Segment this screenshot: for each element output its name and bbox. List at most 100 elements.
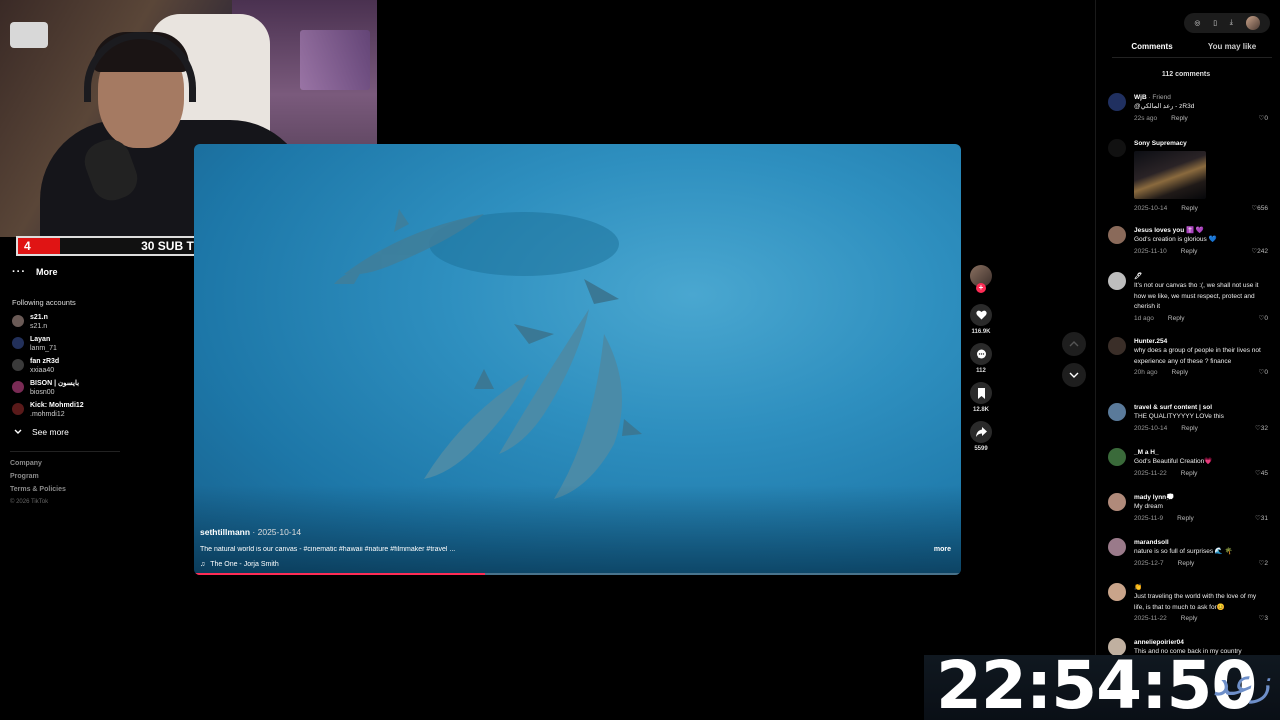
- see-more-button[interactable]: See more: [14, 427, 69, 437]
- comment-meta: 2025-10-14 Reply ♡32: [1134, 423, 1268, 435]
- reply-button[interactable]: Reply: [1181, 423, 1198, 435]
- comment-text: Just traveling the world with the love o…: [1134, 593, 1257, 611]
- music-title: The One - Jorja Smith: [210, 561, 279, 568]
- save-action[interactable]: 12.8K: [968, 382, 994, 413]
- commenter-name[interactable]: Hunter.254: [1134, 337, 1268, 346]
- comment-like[interactable]: ♡0: [1259, 113, 1268, 125]
- caption-more-button[interactable]: more: [934, 546, 951, 553]
- comment-bubble-icon[interactable]: [970, 343, 992, 365]
- comment-like-count: 2: [1264, 559, 1268, 567]
- phone-icon[interactable]: ▯: [1213, 19, 1217, 27]
- comment-time: 20h ago: [1134, 369, 1158, 376]
- comment-like[interactable]: ♡0: [1259, 313, 1268, 325]
- video-progress-played: [194, 573, 486, 575]
- commenter-avatar[interactable]: [1108, 638, 1126, 656]
- share-arrow-icon[interactable]: [970, 421, 992, 443]
- tab-you-may-like[interactable]: You may like: [1192, 42, 1272, 58]
- comment-like[interactable]: ♡2: [1259, 558, 1268, 570]
- commenter-name[interactable]: 👏: [1134, 583, 1268, 592]
- reply-button[interactable]: Reply: [1177, 513, 1194, 525]
- footer-link-terms[interactable]: Terms & Policies: [10, 486, 66, 493]
- commenter-name-text: 🖊: [1134, 273, 1143, 280]
- account-avatar: [12, 337, 24, 349]
- comment-like[interactable]: ♡45: [1255, 468, 1268, 480]
- commenter-name-text: _M a H_: [1134, 449, 1159, 456]
- footer-link-program[interactable]: Program: [10, 473, 39, 480]
- commenter-name[interactable]: _M a H_: [1134, 448, 1268, 457]
- reply-button[interactable]: Reply: [1181, 468, 1198, 480]
- commenter-avatar[interactable]: [1108, 583, 1126, 601]
- comment-image[interactable]: [1134, 151, 1206, 199]
- comment-like[interactable]: ♡32: [1255, 423, 1268, 435]
- profile-avatar[interactable]: [1245, 16, 1260, 30]
- download-icon[interactable]: ⤓: [1230, 19, 1233, 27]
- comment-time: 22s ago: [1134, 114, 1158, 122]
- commenter-name[interactable]: mady lynn💭: [1134, 493, 1268, 502]
- video-author-line[interactable]: sethtillmann · 2025-10-14: [200, 527, 301, 537]
- reply-button[interactable]: Reply: [1172, 367, 1189, 379]
- comment-like[interactable]: ♡31: [1255, 513, 1268, 525]
- comment-text: God's creation is glorious 💙: [1134, 236, 1217, 243]
- like-action[interactable]: 116.9K: [968, 304, 994, 335]
- commenter-name-text: anneliepoirier04: [1134, 639, 1184, 646]
- commenter-name[interactable]: 🖊: [1134, 272, 1268, 281]
- commenter-name[interactable]: WjB · Friend: [1134, 93, 1268, 102]
- previous-video-button[interactable]: [1062, 332, 1086, 356]
- commenter-avatar[interactable]: [1108, 272, 1126, 290]
- creator-tools-icon[interactable]: ◎: [1194, 19, 1200, 27]
- commenter-avatar[interactable]: [1108, 226, 1126, 244]
- comment-like[interactable]: ♡242: [1251, 246, 1268, 258]
- comment-body: _M a H_ God's Beautiful Creation💗 2025-11-…: [1134, 448, 1268, 480]
- commenter-avatar[interactable]: [1108, 337, 1126, 355]
- ring-light: [10, 22, 48, 48]
- video-author[interactable]: sethtillmann: [200, 527, 250, 537]
- commenter-name[interactable]: Sony Supremacy: [1134, 139, 1268, 148]
- more-menu-item[interactable]: ··· More: [12, 266, 58, 278]
- follow-plus-icon[interactable]: +: [976, 283, 986, 293]
- following-account[interactable]: Layan lanm_71: [12, 335, 57, 353]
- following-account[interactable]: Kick: Mohmdi12 .mohmdi12: [12, 401, 84, 419]
- comment-text: It's not our canvas tho :(, we shall not…: [1134, 282, 1259, 310]
- bookmark-icon[interactable]: [970, 382, 992, 404]
- share-action[interactable]: 5599: [968, 421, 994, 452]
- following-account[interactable]: BISON | بايسون biosn00: [12, 379, 79, 397]
- following-account[interactable]: s21.n s21.n: [12, 313, 48, 331]
- tab-comments[interactable]: Comments: [1112, 42, 1192, 58]
- reply-button[interactable]: Reply: [1181, 613, 1198, 625]
- video-player[interactable]: sethtillmann · 2025-10-14 The natural wo…: [194, 144, 961, 575]
- commenter-name[interactable]: travel & surf content | sol: [1134, 403, 1268, 412]
- music-note-icon: ♫: [200, 561, 206, 568]
- reply-button[interactable]: Reply: [1171, 113, 1188, 125]
- reply-button[interactable]: Reply: [1168, 313, 1185, 325]
- commenter-name[interactable]: marandsoll: [1134, 538, 1268, 547]
- reply-button[interactable]: Reply: [1178, 558, 1195, 570]
- heart-icon[interactable]: [970, 304, 992, 326]
- signature-logo: زعد: [1212, 663, 1270, 704]
- video-music[interactable]: ♫ The One - Jorja Smith: [200, 561, 279, 568]
- reply-button[interactable]: Reply: [1181, 203, 1198, 215]
- reply-button[interactable]: Reply: [1181, 246, 1198, 258]
- comment-like[interactable]: ♡3: [1259, 613, 1268, 625]
- commenter-name[interactable]: Jesus loves you ✝️ 💜: [1134, 226, 1268, 235]
- commenter-avatar[interactable]: [1108, 448, 1126, 466]
- next-video-button[interactable]: [1062, 363, 1086, 387]
- comment-like[interactable]: ♡0: [1259, 367, 1268, 379]
- commenter-avatar[interactable]: [1108, 93, 1126, 111]
- comment-like[interactable]: ♡656: [1251, 203, 1268, 215]
- comment-like-count: 0: [1264, 369, 1268, 376]
- comment-text: God's Beautiful Creation💗: [1134, 458, 1213, 465]
- more-dots-icon: ···: [12, 266, 26, 278]
- following-account[interactable]: fan zR3d xxiaa40: [12, 357, 59, 375]
- commenter-avatar[interactable]: [1108, 538, 1126, 556]
- footer-link-company[interactable]: Company: [10, 460, 42, 467]
- comment-meta: 2025-11-22 Reply ♡45: [1134, 468, 1268, 480]
- video-progress-bar[interactable]: [194, 573, 961, 575]
- commenter-avatar[interactable]: [1108, 139, 1126, 157]
- comment-action[interactable]: 112: [968, 343, 994, 374]
- comment-meta: 2025-10-14 Reply ♡656: [1134, 203, 1268, 215]
- commenter-name[interactable]: anneliepoirier04: [1134, 638, 1268, 647]
- commenter-avatar[interactable]: [1108, 403, 1126, 421]
- video-date: · 2025-10-14: [250, 527, 302, 537]
- commenter-avatar[interactable]: [1108, 493, 1126, 511]
- chevron-up-icon: [1069, 341, 1079, 347]
